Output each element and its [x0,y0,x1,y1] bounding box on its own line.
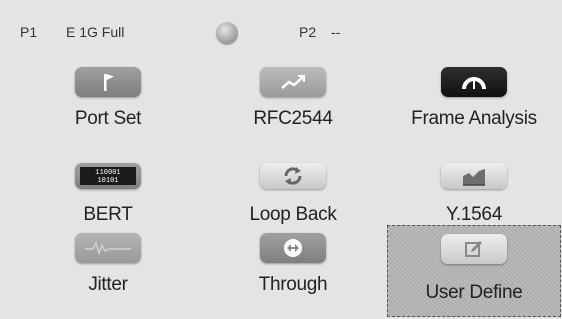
bert-digits-top: 110001 [95,169,120,177]
jitter-label: Jitter [88,274,128,295]
link-indicator-led [216,22,238,44]
loop-back-label: Loop Back [249,204,337,225]
frame-analysis-button[interactable]: Frame Analysis [389,63,559,145]
rfc2544-button[interactable]: RFC2544 [208,63,378,145]
jitter-button[interactable]: Jitter [23,229,193,311]
waveform-icon [75,233,141,263]
bert-label: BERT [83,204,133,225]
flag-icon [75,67,141,97]
user-define-button[interactable]: User Define [387,225,561,317]
status-bar: P1 E 1G Full P2 -- [0,0,562,46]
frame-analysis-label: Frame Analysis [411,108,537,129]
through-button[interactable]: Through [208,229,378,311]
y1564-label: Y.1564 [446,204,502,225]
edit-icon [441,234,507,264]
port1-label: P1 [20,24,38,40]
port1-status: E 1G Full [66,24,125,40]
user-define-label: User Define [425,282,523,303]
port-set-button[interactable]: Port Set [23,63,193,145]
rfc2544-label: RFC2544 [253,108,333,129]
trend-chart-icon [260,67,326,97]
port2-label: P2 [299,24,317,40]
loop-arrows-icon [260,163,326,189]
bidirectional-arrow-icon [260,233,326,263]
through-label: Through [258,274,328,295]
area-chart-icon [441,163,507,189]
port2-status: -- [331,24,341,40]
binary-counter-icon: 110001 10101 [75,163,141,189]
bert-digits-bottom: 10101 [97,177,118,185]
gauge-icon [441,67,507,97]
port-set-label: Port Set [74,108,142,129]
